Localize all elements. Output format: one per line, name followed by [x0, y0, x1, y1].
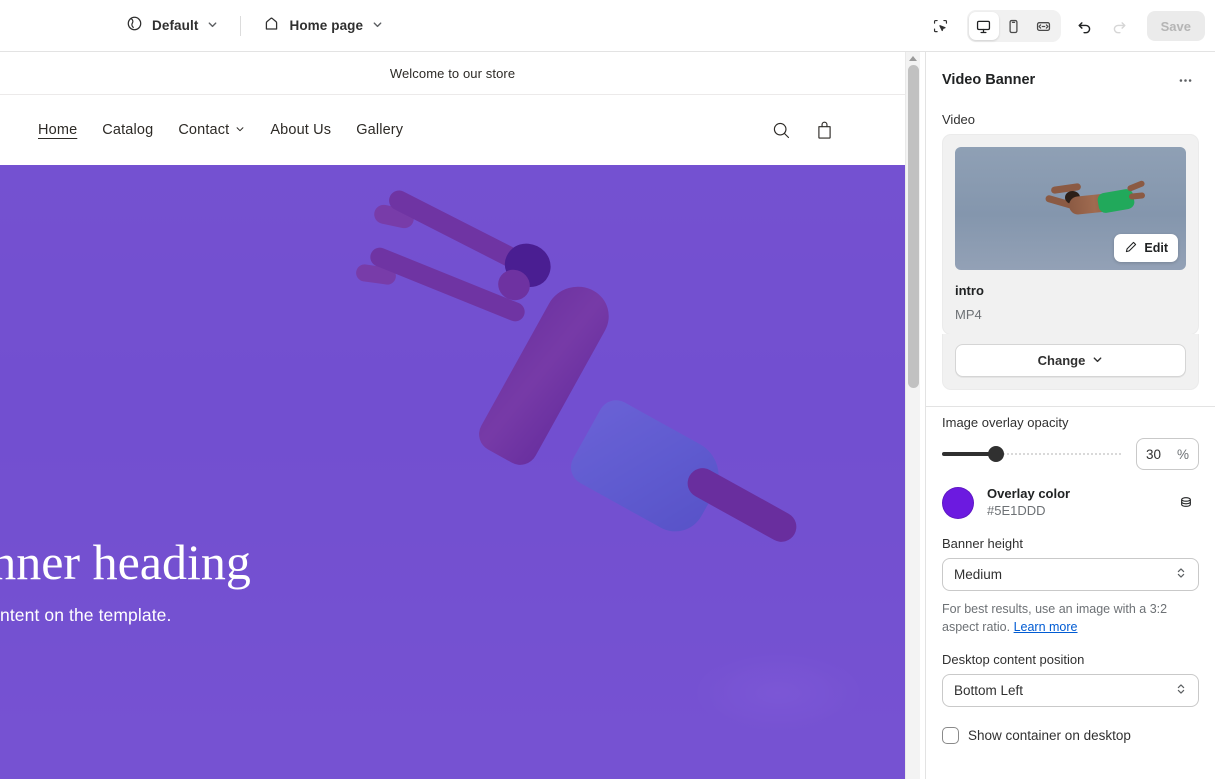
store-header: Home Catalog Contact About Us Gallery — [0, 95, 905, 165]
sidebar-header: Video Banner — [942, 52, 1199, 104]
save-button[interactable]: Save — [1147, 11, 1205, 41]
change-video-label: Change — [1038, 353, 1086, 368]
slider-thumb[interactable] — [988, 446, 1004, 462]
redo-button — [1103, 10, 1135, 42]
video-thumbnail[interactable]: Edit — [955, 147, 1186, 270]
top-toolbar: Default Home page — [0, 0, 1215, 52]
banner-height-select[interactable]: Medium — [942, 558, 1199, 591]
banner-height-value: Medium — [954, 567, 1002, 582]
shopping-bag-icon[interactable] — [814, 120, 835, 141]
video-banner-section[interactable]: Video Banner heading Overlay the video a… — [0, 165, 905, 779]
content-position-label: Desktop content position — [942, 652, 1199, 667]
banner-heading: Video Banner heading — [0, 535, 251, 589]
device-fit-width-button[interactable] — [1029, 12, 1059, 40]
chevron-updown-icon — [1175, 566, 1187, 583]
chevron-down-icon — [372, 17, 383, 35]
show-container-checkbox[interactable] — [942, 727, 959, 744]
nav-item-catalog[interactable]: Catalog — [102, 122, 153, 138]
video-field-label: Video — [942, 112, 1199, 127]
nav-item-gallery[interactable]: Gallery — [356, 122, 403, 138]
chevron-updown-icon — [1175, 682, 1187, 699]
undo-button[interactable] — [1069, 10, 1101, 42]
store-page: Welcome to our store Home Catalog Contac… — [0, 52, 905, 779]
database-icon[interactable] — [1173, 490, 1199, 516]
thumbnail-diver-figure — [1043, 179, 1138, 234]
chevron-down-icon — [235, 122, 245, 138]
theme-editor-app: Default Home page — [0, 0, 1215, 779]
section-settings-sidebar: Video Banner Video — [925, 52, 1215, 779]
scrollbar-thumb[interactable] — [908, 65, 919, 388]
sidebar-title: Video Banner — [942, 72, 1035, 88]
opacity-label: Image overlay opacity — [942, 415, 1199, 430]
edit-video-button[interactable]: Edit — [1114, 234, 1178, 262]
opacity-unit: % — [1177, 447, 1189, 462]
change-video-wrapper: Change — [942, 334, 1199, 390]
banner-subheading: Overlay the video and content on the tem… — [0, 605, 251, 626]
content-position-select[interactable]: Bottom Left — [942, 674, 1199, 707]
change-video-button[interactable]: Change — [955, 344, 1186, 377]
announcement-text: Welcome to our store — [390, 66, 515, 81]
show-container-row[interactable]: Show container on desktop — [942, 727, 1199, 744]
overlay-color-texts: Overlay color #5E1DDD — [987, 486, 1160, 520]
banner-content-block: Video Banner heading Overlay the video a… — [0, 535, 251, 693]
theme-selector-label: Default — [152, 18, 198, 33]
nav-item-contact-label: Contact — [178, 122, 229, 138]
opacity-control-row: 30 % — [942, 438, 1199, 470]
opacity-slider[interactable] — [942, 444, 1122, 464]
device-mobile-button[interactable] — [999, 12, 1029, 40]
banner-height-help: For best results, use an image with a 3:… — [942, 600, 1199, 636]
theme-selector[interactable]: Default — [118, 10, 226, 42]
chevron-down-icon — [1092, 353, 1103, 368]
video-file-type: MP4 — [955, 307, 1186, 322]
nav-item-home[interactable]: Home — [38, 122, 77, 138]
globe-icon — [126, 15, 143, 37]
toolbar-right-group: Save — [925, 0, 1205, 52]
announcement-bar: Welcome to our store — [0, 52, 905, 95]
device-desktop-button[interactable] — [969, 12, 999, 40]
scrollbar-up-arrow-icon[interactable] — [909, 56, 917, 61]
header-actions — [771, 95, 835, 165]
overlay-color-label: Overlay color — [987, 486, 1160, 502]
thumb-green-shirt — [1096, 188, 1135, 214]
thumb-hand-lower — [1128, 192, 1145, 200]
thumb-hand-upper — [1126, 180, 1145, 192]
editor-body: Welcome to our store Home Catalog Contac… — [0, 52, 1215, 779]
content-position-value: Bottom Left — [954, 683, 1023, 698]
nav-item-about-us[interactable]: About Us — [270, 122, 331, 138]
slider-remaining-track — [1003, 453, 1122, 455]
select-inspect-icon[interactable] — [925, 10, 957, 42]
banner-height-label: Banner height — [942, 536, 1199, 551]
chevron-down-icon — [207, 17, 218, 35]
video-media-card: Edit intro MP4 — [942, 134, 1199, 335]
opacity-value: 30 — [1146, 447, 1161, 462]
home-icon — [263, 15, 280, 37]
device-toggle-group — [967, 10, 1061, 42]
toolbar-divider — [240, 16, 241, 36]
page-selector[interactable]: Home page — [255, 10, 391, 42]
overlay-color-hex: #5E1DDD — [987, 502, 1160, 520]
pencil-icon — [1124, 240, 1138, 257]
video-file-name: intro — [955, 283, 1186, 298]
overlay-color-swatch[interactable] — [942, 487, 974, 519]
main-navigation: Home Catalog Contact About Us Gallery — [38, 122, 403, 138]
learn-more-link[interactable]: Learn more — [1014, 620, 1078, 634]
nav-item-contact[interactable]: Contact — [178, 122, 245, 138]
toolbar-left-group: Default Home page — [0, 10, 391, 42]
page-selector-label: Home page — [289, 18, 363, 33]
show-container-label: Show container on desktop — [968, 728, 1131, 743]
overlay-color-row: Overlay color #5E1DDD — [942, 486, 1199, 520]
edit-video-label: Edit — [1144, 241, 1168, 255]
preview-scrollbar[interactable] — [905, 52, 920, 779]
sidebar-divider — [926, 406, 1215, 407]
storefront-preview: Welcome to our store Home Catalog Contac… — [0, 52, 925, 779]
opacity-number-input[interactable]: 30 % — [1136, 438, 1199, 470]
search-icon[interactable] — [771, 120, 792, 141]
ellipsis-icon[interactable] — [1171, 66, 1199, 94]
